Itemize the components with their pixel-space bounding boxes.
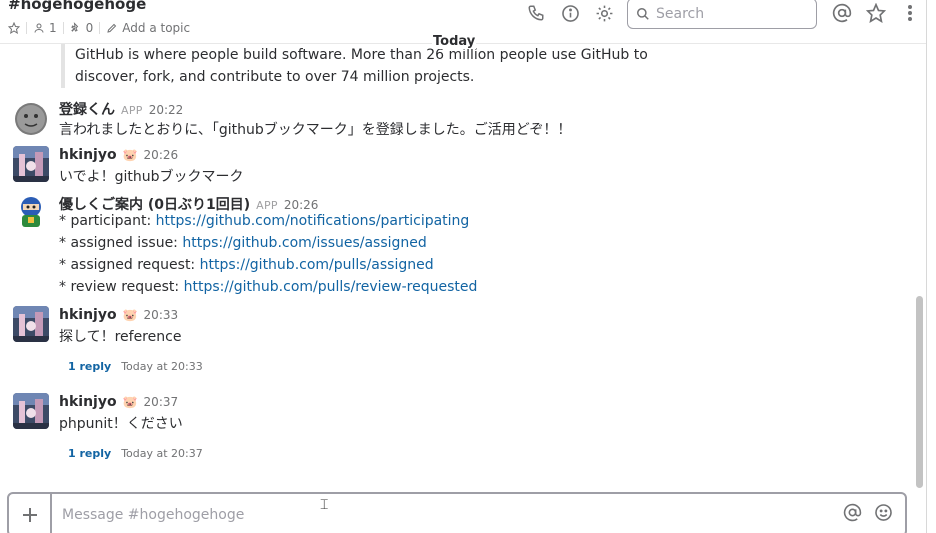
channel-title[interactable]: #hogehogehoge: [8, 0, 146, 13]
text-cursor-icon: ⌶: [320, 497, 329, 513]
meta-divider: [26, 22, 27, 34]
app-badge: APP: [256, 199, 278, 212]
emoji-icon[interactable]: [874, 503, 893, 526]
avatar[interactable]: [13, 306, 49, 342]
gear-icon[interactable]: [594, 3, 614, 23]
info-icon[interactable]: [560, 3, 580, 23]
sender-name[interactable]: hkinjyo: [59, 394, 117, 410]
sender-name[interactable]: 登録くん: [59, 99, 115, 119]
add-topic-label: Add a topic: [122, 21, 191, 35]
thread-replies[interactable]: 1 reply Today at 20:37: [68, 447, 203, 460]
message-header: hkinjyo 🐷 20:26: [59, 147, 178, 163]
message-time[interactable]: 20:26: [284, 198, 319, 212]
star-icon[interactable]: [866, 3, 886, 23]
sender-name[interactable]: hkinjyo: [59, 147, 117, 163]
phone-icon[interactable]: [526, 3, 546, 23]
members-count-value: 1: [49, 21, 57, 35]
pinned-count[interactable]: 0: [70, 21, 94, 35]
avatar[interactable]: [13, 146, 49, 182]
message-time[interactable]: 20:26: [144, 148, 179, 162]
window-edge: [926, 0, 936, 533]
pinned-count-value: 0: [85, 21, 94, 35]
search-input[interactable]: [656, 5, 806, 22]
message-header: hkinjyo 🐷 20:37: [59, 394, 178, 410]
quote-line: GitHub is where people build software. M…: [75, 47, 648, 63]
reply-count[interactable]: 1 reply: [68, 360, 111, 373]
scroll-thumb[interactable]: [916, 296, 923, 488]
message-header: hkinjyo 🐷 20:33: [59, 307, 178, 323]
more-icon[interactable]: [900, 3, 920, 23]
meta-divider: [99, 22, 101, 34]
message-list: GitHub is where people build software. M…: [0, 44, 914, 490]
slack-window: #hogehogehoge 1 0 Add a topic Search Git…: [0, 0, 936, 533]
message-composer: [7, 492, 907, 533]
quote-line: discover, fork, and contribute to over 7…: [75, 69, 475, 85]
message-text: phpunit！ください: [59, 416, 183, 432]
link-label: * review request:: [59, 279, 184, 295]
message-input[interactable]: [52, 506, 843, 523]
add-topic-button[interactable]: Add a topic: [106, 21, 190, 35]
search-icon: [637, 7, 649, 20]
message-link[interactable]: https://github.com/notifications/partici…: [156, 213, 470, 229]
plus-icon[interactable]: [9, 494, 52, 533]
message-scrollbar[interactable]: [914, 44, 926, 490]
header-right-actions: [832, 3, 920, 23]
message-link[interactable]: https://github.com/pulls/review-requeste…: [184, 279, 478, 295]
avatar[interactable]: [13, 393, 49, 429]
meta-divider: [62, 22, 64, 34]
link-row: * review request: https://github.com/pul…: [59, 279, 477, 295]
message-text: いでよ！githubブックマーク: [59, 169, 244, 185]
status-emoji: 🐷: [122, 148, 138, 162]
message-time[interactable]: 20:22: [149, 103, 184, 117]
pencil-icon: [107, 23, 117, 33]
at-icon[interactable]: [843, 503, 862, 526]
message-text: 探して！reference: [59, 329, 182, 345]
sender-name[interactable]: hkinjyo: [59, 307, 117, 323]
status-emoji: 🐷: [122, 308, 138, 322]
link-label: * assigned request:: [59, 257, 200, 273]
reply-time: Today at 20:33: [121, 360, 203, 373]
status-emoji: 🐷: [122, 395, 138, 409]
message-header: 登録くん APP 20:22: [59, 99, 183, 119]
pin-icon: [70, 22, 78, 32]
sender-name[interactable]: 優しくご案内 (0日ぶり1回目): [59, 194, 250, 214]
composer-actions: [843, 503, 905, 526]
day-divider: Today: [432, 34, 477, 49]
message-header: 優しくご案内 (0日ぶり1回目) APP 20:26: [59, 194, 318, 214]
avatar[interactable]: [13, 193, 49, 229]
reply-count[interactable]: 1 reply: [68, 447, 111, 460]
message-text: 言われましたとおりに、「githubブックマーク」を登録しました。ご活用どぞ！！: [59, 122, 572, 138]
at-icon[interactable]: [832, 3, 852, 23]
link-row: * participant: https://github.com/notifi…: [59, 213, 469, 229]
channel-meta: 1 0 Add a topic: [8, 20, 190, 36]
members-count[interactable]: 1: [33, 21, 57, 35]
link-label: * assigned issue:: [59, 235, 183, 251]
app-badge: APP: [121, 104, 143, 117]
link-row: * assigned request: https://github.com/p…: [59, 257, 434, 273]
message-time[interactable]: 20:37: [144, 395, 179, 409]
link-label: * participant:: [59, 213, 156, 229]
member-icon: [34, 23, 44, 33]
link-row: * assigned issue: https://github.com/iss…: [59, 235, 427, 251]
search-box[interactable]: [627, 0, 817, 29]
message-link[interactable]: https://github.com/pulls/assigned: [200, 257, 434, 273]
reply-time: Today at 20:37: [121, 447, 203, 460]
star-icon[interactable]: [8, 22, 20, 34]
avatar[interactable]: [13, 101, 49, 137]
message-link[interactable]: https://github.com/issues/assigned: [182, 235, 426, 251]
attachment-quote: GitHub is where people build software. M…: [61, 44, 661, 88]
header-actions: [526, 3, 614, 23]
thread-replies[interactable]: 1 reply Today at 20:33: [68, 360, 203, 373]
message-time[interactable]: 20:33: [144, 308, 179, 322]
